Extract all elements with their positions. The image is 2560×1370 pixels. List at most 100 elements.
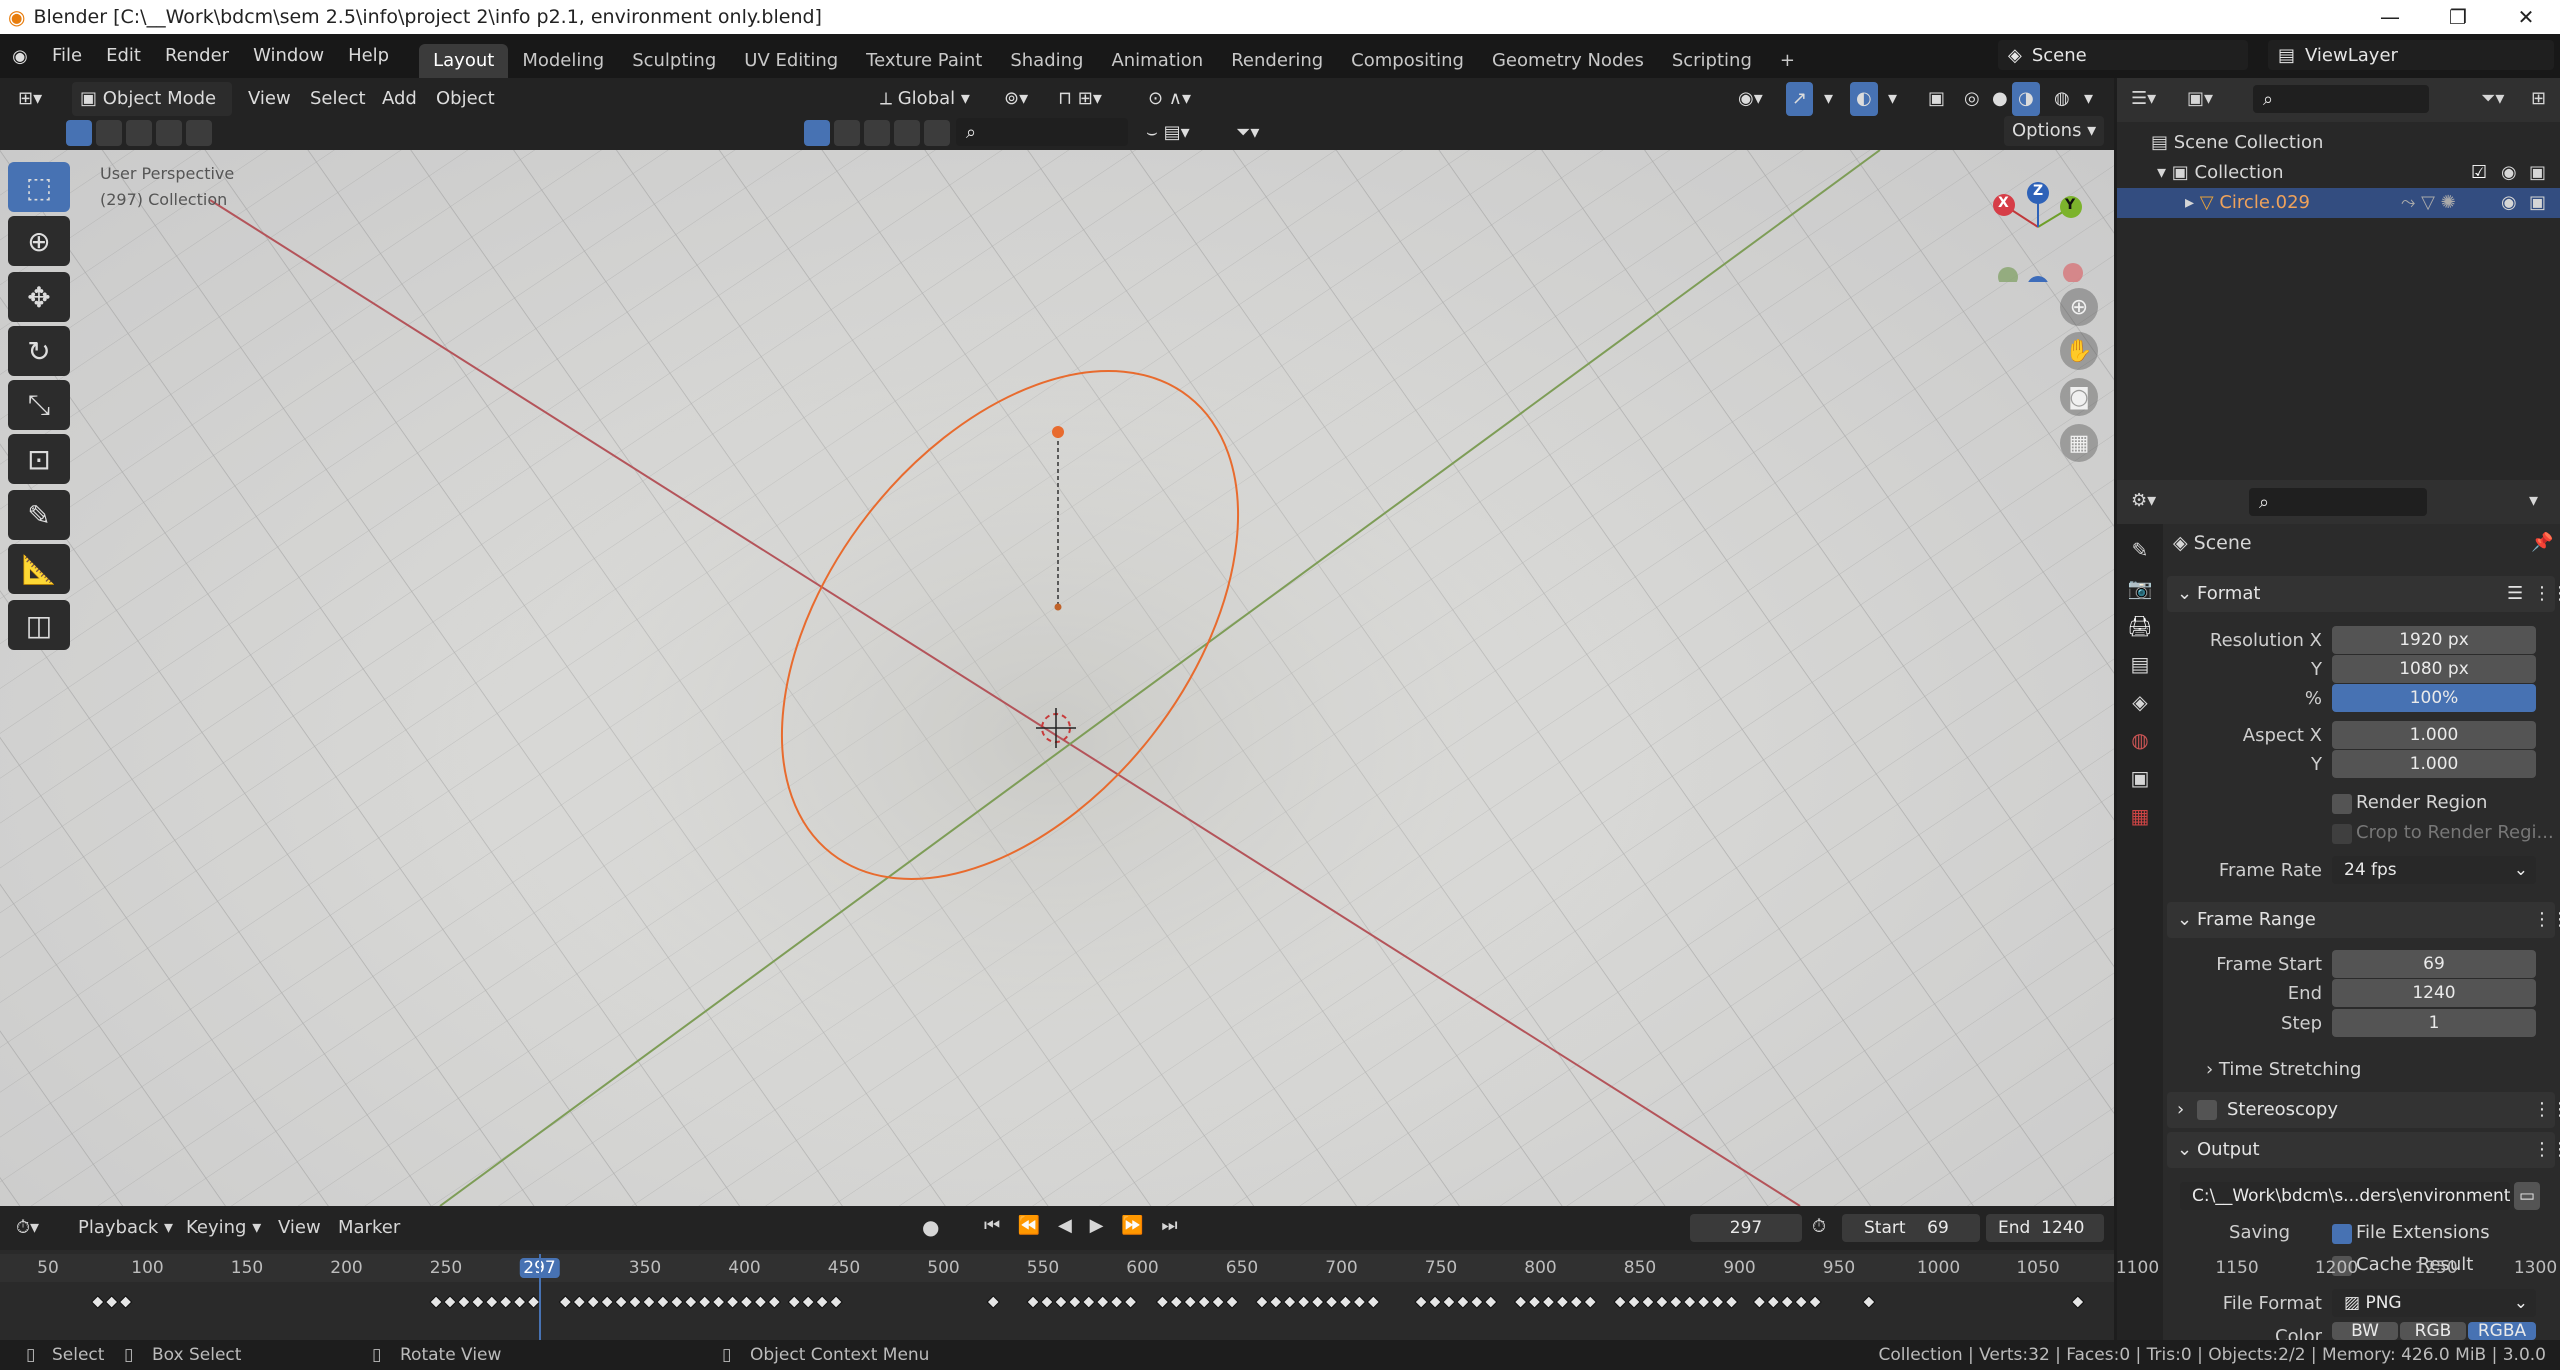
current-frame-field[interactable]: 297 [1690, 1214, 1802, 1242]
annotate-tool-icon[interactable]: ✎ [8, 490, 70, 540]
filter-empty-icon[interactable] [864, 120, 890, 146]
playback-controls[interactable]: ⏮ ⏪ ◀ ▶ ⏩ ⏭ [984, 1215, 1184, 1236]
keyframe-marker[interactable] [1040, 1295, 1054, 1309]
scene-tab-icon[interactable]: ◈ [2132, 690, 2147, 714]
menu-window[interactable]: Window [241, 34, 336, 78]
keyframe-marker[interactable] [2071, 1295, 2085, 1309]
menu-timeline-view[interactable]: View [278, 1217, 321, 1238]
transform-tool-icon[interactable]: ⊡ [8, 434, 70, 484]
select-box-tool-icon[interactable]: ⬚ [8, 162, 70, 212]
solid-shading-icon[interactable]: ● [1984, 82, 2016, 116]
keyframe-marker[interactable] [739, 1295, 754, 1309]
tab-modeling[interactable]: Modeling [508, 44, 618, 78]
select-box-subtract-icon[interactable] [126, 120, 152, 146]
scene-selector[interactable]: ◈ Scene [1998, 40, 2248, 70]
xray-icon[interactable]: ▣ [1920, 82, 1953, 116]
add-workspace-button[interactable]: + [1766, 44, 1809, 78]
record-icon[interactable]: ● [922, 1215, 939, 1239]
render-camera-icon[interactable]: ▣ [2529, 158, 2546, 188]
scale-tool-icon[interactable]: ⤡ [8, 380, 70, 430]
keyframe-marker[interactable] [1724, 1295, 1739, 1309]
select-box-invert-icon[interactable] [156, 120, 182, 146]
outliner-filter-icon[interactable]: ⏷▾ [2481, 88, 2504, 109]
keyframe-marker[interactable] [1484, 1295, 1498, 1309]
end-frame-field[interactable]: End 1240 [1986, 1214, 2104, 1242]
tool-tab-icon[interactable]: ✎ [2132, 538, 2149, 562]
keyframe-marker[interactable] [1513, 1295, 1528, 1309]
menu-file[interactable]: File [40, 34, 94, 78]
keyframe-marker[interactable] [1780, 1295, 1794, 1309]
texture-tab-icon[interactable]: ▦ [2131, 804, 2150, 828]
layer-collection-icon[interactable]: ⌣ ▤▾ [1138, 116, 1198, 150]
keyframe-marker[interactable] [1225, 1295, 1239, 1309]
keyframe-marker[interactable] [1862, 1295, 1876, 1309]
stopwatch-icon[interactable]: ⏱ [1812, 1216, 1826, 1237]
object-origin[interactable] [1052, 426, 1064, 438]
keyframe-marker[interactable] [1109, 1295, 1124, 1309]
menu-help[interactable]: Help [336, 34, 401, 78]
maximize-button[interactable]: ❐ [2424, 0, 2492, 34]
keyframe-marker[interactable] [1123, 1295, 1138, 1309]
keyframe-marker[interactable] [1338, 1295, 1353, 1309]
keyframe-marker[interactable] [614, 1295, 628, 1309]
keyframe-marker[interactable] [1766, 1295, 1781, 1309]
keyframe-marker[interactable] [1068, 1295, 1082, 1309]
keyframe-marker[interactable] [725, 1295, 740, 1309]
measure-tool-icon[interactable]: 📐 [8, 544, 70, 594]
tab-rendering[interactable]: Rendering [1217, 44, 1337, 78]
keyframe-marker[interactable] [1541, 1295, 1556, 1309]
timeline-editor-icon[interactable]: ⏱▾ [16, 1217, 39, 1238]
keyframe-marker[interactable] [443, 1295, 457, 1309]
keyframe-marker[interactable] [753, 1295, 768, 1309]
keyframe-marker[interactable] [1183, 1295, 1197, 1309]
outliner-object-row[interactable]: ▸ ▽ Circle.029 ⤳ ▽ ✺ ◉ ▣ [2117, 188, 2560, 218]
properties-editor-icon[interactable]: ⚙▾ [2131, 490, 2156, 511]
filter-light-icon[interactable] [834, 120, 860, 146]
menu-view[interactable]: View [240, 82, 299, 116]
pin-icon[interactable]: 📌 [2531, 532, 2553, 553]
keyframe-marker[interactable] [91, 1295, 105, 1309]
properties-options-icon[interactable]: ▾ [2529, 490, 2538, 511]
menu-playback[interactable]: Playback ▾ [78, 1217, 173, 1238]
keyframe-marker[interactable] [1095, 1295, 1110, 1309]
keyframe-marker[interactable] [471, 1295, 485, 1309]
tab-geometry-nodes[interactable]: Geometry Nodes [1478, 44, 1658, 78]
outliner-collection[interactable]: ▾ ▣ Collection ☑ ◉ ▣ [2117, 158, 2560, 188]
keyframe-marker[interactable] [1352, 1295, 1367, 1309]
mode-dropdown[interactable]: ▣ Object Mode ▾ [72, 82, 232, 143]
pan-hand-icon[interactable]: ✋ [2060, 332, 2098, 370]
keyframe-marker[interactable] [1269, 1295, 1283, 1309]
keyframe-marker[interactable] [558, 1295, 573, 1309]
keyframe-marker[interactable] [767, 1295, 782, 1309]
keyframe-marker[interactable] [1296, 1295, 1311, 1309]
select-box-intersect-icon[interactable] [186, 120, 212, 146]
keyframe-marker[interactable] [1752, 1295, 1767, 1309]
view-layer-tab-icon[interactable]: ▤ [2131, 652, 2150, 676]
keyframe-marker[interactable] [118, 1295, 133, 1309]
keyframe-marker[interactable] [711, 1295, 726, 1309]
gizmo-toggle-icon[interactable]: ↗ [1786, 82, 1814, 116]
world-tab-icon[interactable]: ◍ [2131, 728, 2148, 752]
keyframe-marker[interactable] [684, 1295, 698, 1309]
keyframe-marker[interactable] [1414, 1295, 1428, 1309]
menu-add[interactable]: Add [374, 82, 425, 116]
exclude-checkbox[interactable]: ☑ [2471, 158, 2487, 188]
rotate-tool-icon[interactable]: ↻ [8, 326, 70, 376]
keyframe-marker[interactable] [104, 1295, 119, 1309]
keyframe-marker[interactable] [1569, 1295, 1584, 1309]
eye-icon[interactable]: ◉ [2501, 188, 2517, 218]
viewport-search-input[interactable]: ⌕ [956, 118, 1128, 146]
collection-tab-icon[interactable]: ▣ [2131, 766, 2150, 790]
keyframe-marker[interactable] [787, 1295, 801, 1309]
keyframe-track[interactable] [0, 1284, 2439, 1340]
frame-ruler[interactable]: 5010015020025029735040045050055060065070… [0, 1254, 2557, 1282]
filter-world-icon[interactable] [894, 120, 920, 146]
keyframe-marker[interactable] [1641, 1295, 1655, 1309]
keyframe-marker[interactable] [1794, 1295, 1808, 1309]
material-shading-icon[interactable]: ◑ [2012, 82, 2040, 116]
select-box-extend-icon[interactable] [96, 120, 122, 146]
tab-compositing[interactable]: Compositing [1337, 44, 1478, 78]
menu-edit[interactable]: Edit [94, 34, 153, 78]
shading-menu-icon[interactable]: ▾ [2076, 82, 2101, 116]
gizmo-menu-icon[interactable]: ▾ [1816, 82, 1841, 116]
